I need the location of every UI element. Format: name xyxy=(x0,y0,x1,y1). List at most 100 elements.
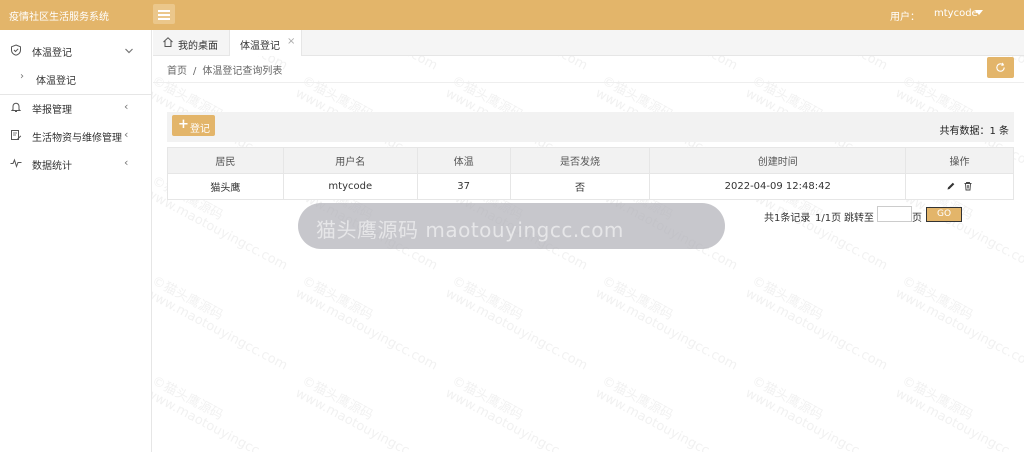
pagination-summary: 共1条记录 xyxy=(764,213,811,224)
watermark-tile-line: www.maotouyingcc.com xyxy=(442,385,590,452)
watermark-tile: ©猫头鹰源码www.maotouyingcc.com xyxy=(143,374,296,452)
chevron-down-icon xyxy=(125,48,133,54)
watermark-tile: ©猫头鹰源码www.maotouyingcc.com xyxy=(893,374,1024,452)
cell-temperature: 37 xyxy=(416,173,511,200)
pagination-page-suffix: 页 xyxy=(912,213,922,224)
watermark-tile-line: www.maotouyingcc.com xyxy=(742,285,890,374)
sidebar-item-label: 体温登记 xyxy=(32,48,72,59)
breadcrumb-home[interactable]: 首页 xyxy=(167,66,187,77)
watermark-tile: ©猫头鹰源码www.maotouyingcc.com xyxy=(292,273,446,374)
sidebar-subitem-label: 体温登记 xyxy=(36,76,76,87)
add-record-button[interactable]: + 登记 xyxy=(172,115,215,136)
watermark-tile: ©猫头鹰源码www.maotouyingcc.com xyxy=(593,374,746,452)
app-title: 疫情社区生活服务系统 xyxy=(9,12,109,23)
hamburger-icon-line xyxy=(158,18,170,20)
chevron-right-icon: › xyxy=(20,71,24,82)
cell-username: mtycode xyxy=(282,173,418,200)
watermark-tile-line: www.maotouyingcc.com xyxy=(142,285,290,374)
plus-icon: + xyxy=(178,117,189,132)
watermark-tile: ©猫头鹰源码www.maotouyingcc.com xyxy=(142,273,296,374)
breadcrumb: 首页 / 体温登记查询列表 xyxy=(167,62,282,77)
content-divider xyxy=(153,82,1024,83)
watermark-tile-line: ©猫头鹰源码 xyxy=(899,373,976,424)
pagination-pages: 1/1页 xyxy=(815,213,842,224)
watermark-tile-line: www.maotouyingcc.com xyxy=(592,385,740,452)
sidebar-item-reports[interactable]: 举报管理 ‹ xyxy=(0,94,152,120)
watermark-tile-line: ©猫头鹰源码 xyxy=(599,273,676,324)
watermark-tile-line: ©猫头鹰源码 xyxy=(449,373,526,424)
watermark-tile-line: ©猫头鹰源码 xyxy=(149,273,226,324)
watermark-tile-line: www.maotouyingcc.com xyxy=(292,285,440,374)
watermark-tile: ©猫头鹰源码www.maotouyingcc.com xyxy=(743,374,896,452)
hamburger-icon-line xyxy=(158,14,170,16)
table-toolbar: + 登记 共有数据：1 条 xyxy=(167,112,1014,142)
sidebar-item-label: 生活物资与维修管理 xyxy=(32,133,122,144)
column-header: 操作 xyxy=(905,147,1014,174)
watermark-tile-line: ©猫头鹰源码 xyxy=(749,373,826,424)
pulse-icon xyxy=(10,158,22,169)
sidebar-item-temperature[interactable]: 体温登记 xyxy=(0,37,152,63)
watermark-banner: 猫头鹰源码 maotouyingcc.com xyxy=(298,203,725,249)
watermark-tile: ©猫头鹰源码www.maotouyingcc.com xyxy=(592,273,746,374)
column-header: 是否发烧 xyxy=(509,147,651,174)
table-row: 猫头鹰 mtycode 37 否 2022-04-09 12:48:42 xyxy=(167,173,1014,200)
tab-label: 我的桌面 xyxy=(178,41,218,52)
refresh-icon xyxy=(996,62,1005,72)
total-count: 共有数据：1 条 xyxy=(939,126,1009,137)
bell-icon xyxy=(10,102,22,112)
table-header-row: 居民 用户名 体温 是否发烧 创建时间 操作 xyxy=(167,147,1014,174)
go-button[interactable]: GO xyxy=(926,207,962,222)
column-header: 体温 xyxy=(416,147,511,174)
menu-toggle-button[interactable] xyxy=(153,4,175,24)
sidebar-item-supplies[interactable]: 生活物资与维修管理 ‹ xyxy=(0,122,152,148)
column-header: 创建时间 xyxy=(649,147,907,174)
sidebar-item-statistics[interactable]: 数据统计 ‹ xyxy=(0,150,152,176)
watermark-tile-line: ©猫头鹰源码 xyxy=(899,273,976,324)
tab-bar: 我的桌面 体温登记 × xyxy=(153,30,1024,56)
tab-temperature[interactable]: 体温登记 × xyxy=(229,30,302,56)
hamburger-icon xyxy=(158,10,170,12)
watermark-tile-line: ©猫头鹰源码 xyxy=(299,373,376,424)
watermark-tile-line: www.maotouyingcc.com xyxy=(742,385,890,452)
cell-resident: 猫头鹰 xyxy=(167,173,284,200)
user-label: 用户： xyxy=(890,12,920,23)
caret-down-icon[interactable] xyxy=(975,10,983,15)
refresh-button[interactable] xyxy=(987,57,1014,78)
records-table: 居民 用户名 体温 是否发烧 创建时间 操作 猫头鹰 mtycode 37 否 … xyxy=(167,147,1014,200)
watermark-tile: ©猫头鹰源码www.maotouyingcc.com xyxy=(892,273,1024,374)
sidebar-subitem-temperature[interactable]: › 体温登记 xyxy=(0,65,152,91)
breadcrumb-current: 体温登记查询列表 xyxy=(202,66,283,77)
page-jump-input[interactable] xyxy=(877,206,912,222)
watermark-tile-line: www.maotouyingcc.com xyxy=(892,285,1024,374)
column-header: 居民 xyxy=(167,147,284,174)
watermark-tile: ©猫头鹰源码www.maotouyingcc.com xyxy=(443,374,596,452)
breadcrumb-separator: / xyxy=(193,66,197,77)
trash-icon[interactable] xyxy=(963,181,973,191)
watermark-tile-line: ©猫头鹰源码 xyxy=(299,273,376,324)
watermark-tile-line: ©猫头鹰源码 xyxy=(749,273,826,324)
tab-home[interactable]: 我的桌面 xyxy=(153,30,229,56)
watermark-tile: ©猫头鹰源码www.maotouyingcc.com xyxy=(443,274,596,374)
watermark-tile-line: ©猫头鹰源码 xyxy=(149,373,226,424)
watermark-tile-line: ©猫头鹰源码 xyxy=(599,373,676,424)
chevron-left-icon: ‹ xyxy=(124,156,129,169)
chevron-left-icon: ‹ xyxy=(124,100,129,113)
cell-created: 2022-04-09 12:48:42 xyxy=(649,173,907,200)
watermark-banner-text: 猫头鹰源码 maotouyingcc.com xyxy=(316,218,624,242)
add-button-label: 登记 xyxy=(190,124,210,135)
watermark-tile: ©猫头鹰源码www.maotouyingcc.com xyxy=(293,374,446,452)
shield-check-icon xyxy=(11,44,21,56)
user-menu[interactable]: mtycode xyxy=(934,8,978,19)
top-header: 疫情社区生活服务系统 用户： mtycode xyxy=(0,0,1024,30)
close-icon[interactable]: × xyxy=(287,36,295,47)
cell-actions xyxy=(905,173,1014,200)
watermark-tile-line: www.maotouyingcc.com xyxy=(592,285,740,374)
watermark-tile: ©猫头鹰源码www.maotouyingcc.com xyxy=(742,273,896,374)
column-header: 用户名 xyxy=(282,147,418,174)
edit-document-icon xyxy=(11,130,22,140)
home-icon xyxy=(163,37,173,47)
tab-label: 体温登记 xyxy=(240,41,280,52)
chevron-left-icon: ‹ xyxy=(124,128,129,141)
sidebar: 体温登记 › 体温登记 举报管理 ‹ 生活物资与维修管理 ‹ 数据统计 ‹ xyxy=(0,30,152,452)
edit-icon[interactable] xyxy=(946,181,956,191)
